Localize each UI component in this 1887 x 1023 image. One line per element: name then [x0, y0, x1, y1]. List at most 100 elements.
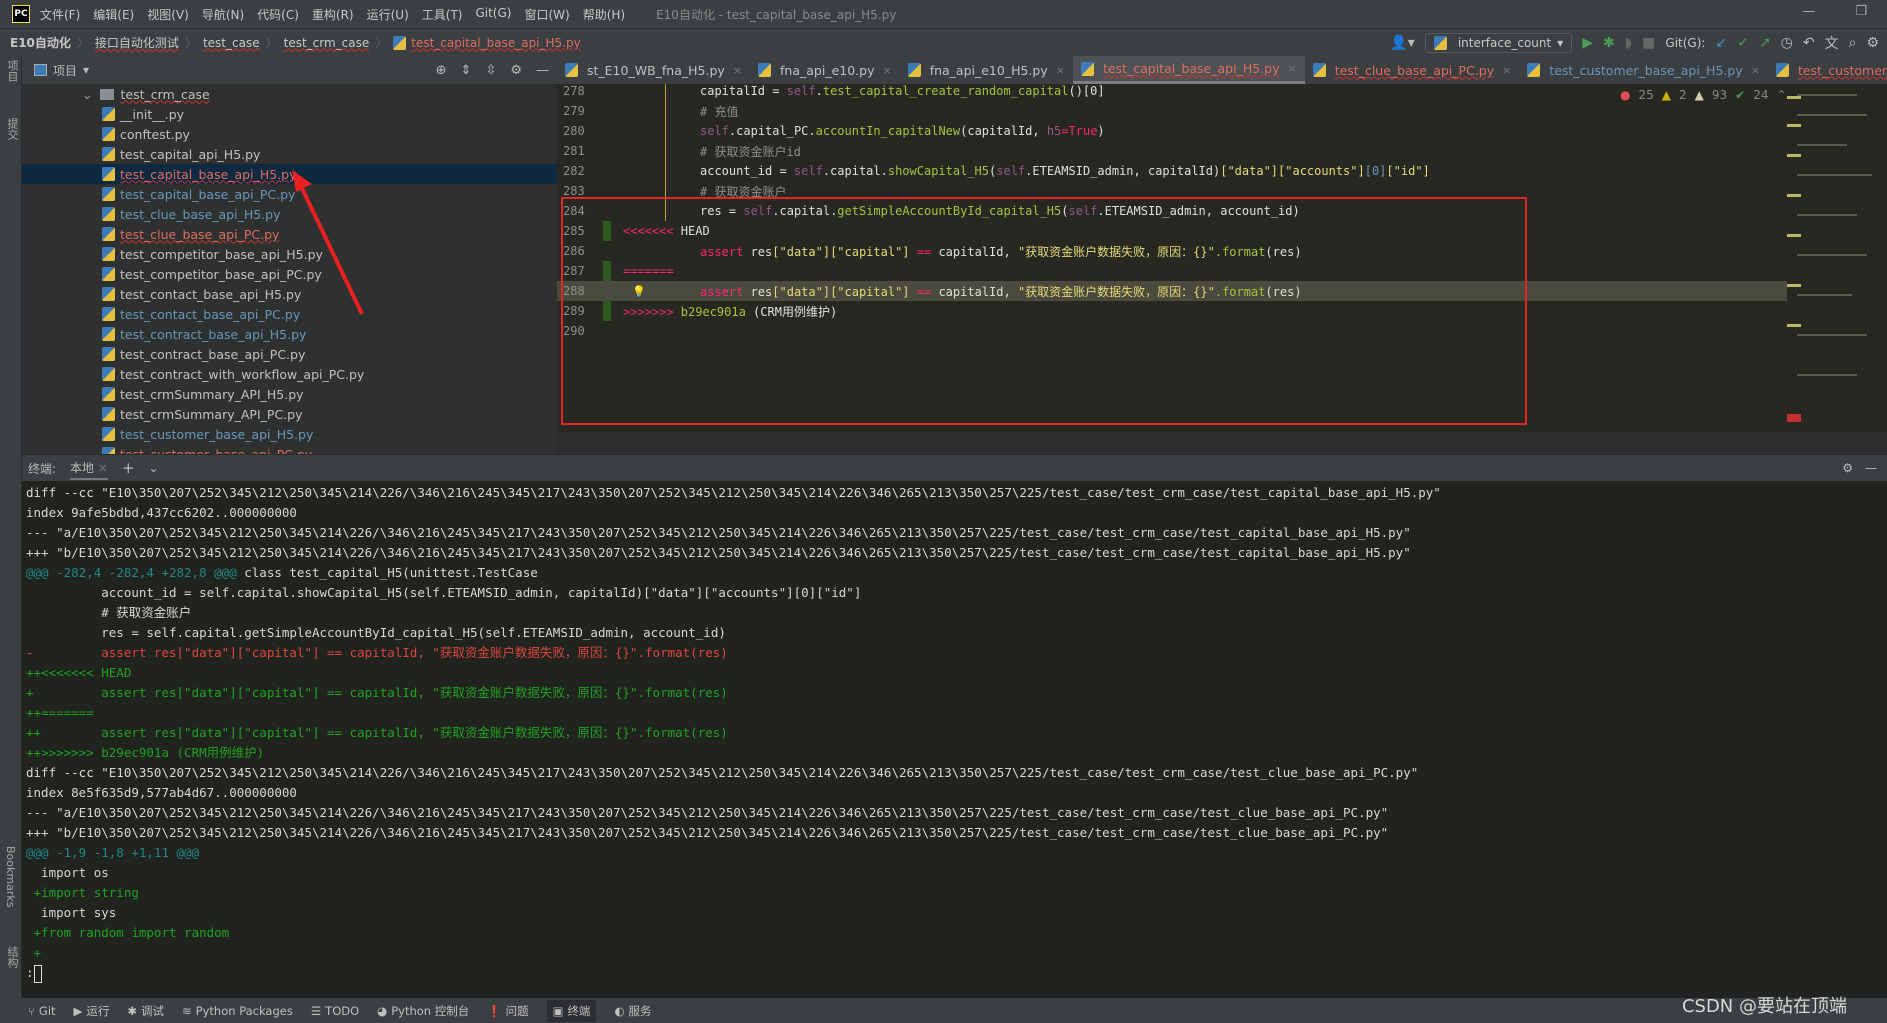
tool-window-button[interactable]: ◕ Python 控制台 [377, 1003, 469, 1019]
editor-tab[interactable]: fna_api_e10_H5.py × [900, 56, 1073, 84]
close-icon[interactable]: × [1056, 64, 1065, 77]
terminal-output[interactable]: diff --cc "E10\350\207\252\345\212\250\3… [22, 481, 1887, 998]
prev-highlight-icon[interactable]: ⌃ [1777, 88, 1787, 102]
tool-label: TODO [325, 1003, 360, 1018]
terminal-text: --- "a/E10\350\207\252\345\212\250\345\2… [26, 525, 1411, 540]
editor-tab[interactable]: test_clue_base_api_PC.py × [1305, 56, 1520, 84]
project-tool-button[interactable]: 项目 [4, 60, 20, 82]
menu-item[interactable]: Git(G) [475, 6, 511, 23]
inspection-widget[interactable]: ●25 ▲2 ▲93 ✔24 ⌃⌄ [1620, 88, 1805, 102]
menu-item[interactable]: 文件(F) [40, 6, 80, 23]
line-number: 278 [563, 84, 585, 98]
rollback-icon[interactable]: ↶ [1803, 35, 1815, 51]
tool-window-button[interactable]: ✱ 调试 [127, 1003, 164, 1019]
menu-item[interactable]: 代码(C) [257, 6, 299, 23]
git-update-icon[interactable]: ↙ [1715, 35, 1727, 51]
history-icon[interactable]: ◷ [1781, 35, 1793, 51]
menu-item[interactable]: 运行(U) [367, 6, 409, 23]
menu-item[interactable]: 帮助(H) [583, 6, 625, 23]
tree-file[interactable]: conftest.py [22, 124, 557, 144]
breadcrumb-item[interactable]: test_capital_base_api_H5.py [411, 36, 580, 50]
run-config-label: interface_count [1457, 36, 1552, 50]
tool-window-button[interactable]: ☰ TODO [311, 1004, 359, 1018]
menu-item[interactable]: 导航(N) [202, 6, 244, 23]
python-file-icon [102, 287, 115, 301]
minimize-button[interactable]: — [1802, 4, 1815, 19]
tree-file[interactable]: test_capital_api_H5.py [22, 144, 557, 164]
close-icon[interactable]: × [733, 64, 742, 77]
new-terminal-icon[interactable]: + [122, 459, 135, 477]
git-commit-icon[interactable]: ✓ [1737, 35, 1749, 51]
editor-tab[interactable]: test_customer_base_api_H5.py × [1519, 56, 1768, 84]
tool-icon: ✱ [127, 1003, 138, 1018]
code-text: capitalId = self.test_capital_create_ran… [700, 84, 1105, 98]
project-panel-title[interactable]: 项目 [53, 62, 77, 79]
tool-label: 服务 [628, 1003, 652, 1018]
tree-folder[interactable]: ⌄ test_crm_case [22, 84, 557, 104]
breadcrumb-item[interactable]: 接口自动化测试 [95, 34, 179, 51]
hide-icon[interactable]: — [536, 63, 549, 78]
tree-file[interactable]: test_customer_base_api_PC.py [22, 444, 557, 454]
code-line: 279 # 充值 [557, 101, 1787, 121]
gear-icon[interactable]: ⚙ [1866, 35, 1879, 51]
minimap[interactable] [1787, 84, 1887, 432]
close-icon[interactable]: × [98, 461, 108, 475]
run-icon[interactable]: ▶ [1582, 35, 1593, 51]
tool-window-button[interactable]: ≋ Python Packages [182, 1004, 293, 1018]
terminal-line: ++>>>>>>> b29ec901a (CRM用例维护) [26, 743, 264, 763]
tree-file[interactable]: test_crmSummary_API_PC.py [22, 404, 557, 424]
tool-window-button[interactable]: ▣ 终端 [546, 999, 597, 1022]
structure-tool-button[interactable]: 结构 [4, 946, 20, 968]
tool-window-button[interactable]: ◐ 服务 [614, 1003, 651, 1019]
debug-icon[interactable]: ✱ [1603, 35, 1615, 51]
tree-file[interactable]: test_contract_base_api_H5.py [22, 324, 557, 344]
close-icon[interactable]: × [1287, 62, 1296, 75]
maximize-button[interactable]: ❐ [1855, 4, 1867, 19]
tool-window-button[interactable]: ⑂ Git [28, 1004, 56, 1018]
tree-file[interactable]: test_crmSummary_API_H5.py [22, 384, 557, 404]
search-icon[interactable]: ⌕ [1849, 35, 1857, 51]
gear-icon[interactable]: ⚙ [1842, 461, 1853, 475]
close-icon[interactable]: × [882, 64, 891, 77]
bookmarks-tool-button[interactable]: Bookmarks [4, 846, 17, 907]
tab-label: st_E10_WB_fna_H5.py [587, 62, 725, 78]
tree-file[interactable]: test_customer_base_api_H5.py [22, 424, 557, 444]
terminal-tab-local[interactable]: 本地 × [70, 457, 108, 480]
code-token: .capital. [822, 164, 888, 178]
hide-icon[interactable]: — [1865, 461, 1877, 475]
editor-tab[interactable]: test_capital_base_api_H5.py × [1072, 56, 1305, 84]
gear-icon[interactable]: ⚙ [510, 63, 522, 78]
locate-icon[interactable]: ⊕ [436, 63, 447, 78]
menu-item[interactable]: 窗口(W) [524, 6, 569, 23]
expand-all-icon[interactable]: ⇕ [461, 63, 472, 78]
stop-icon[interactable]: ■ [1642, 35, 1655, 51]
breadcrumb-item[interactable]: test_case [203, 36, 260, 50]
run-config-select[interactable]: interface_count ▾ [1424, 33, 1573, 53]
breadcrumb-item[interactable]: test_crm_case [284, 36, 370, 50]
menu-item[interactable]: 编辑(E) [93, 6, 134, 23]
tree-file[interactable]: test_contract_with_workflow_api_PC.py [22, 364, 557, 384]
terminal-line: +import string [26, 883, 139, 903]
editor-tab[interactable]: fna_api_e10.py × [750, 56, 900, 84]
editor-tab[interactable]: st_E10_WB_fna_H5.py × [557, 56, 750, 84]
translate-icon[interactable]: 文 [1825, 33, 1839, 53]
breadcrumb-item[interactable]: E10自动化 [10, 34, 71, 51]
close-icon[interactable]: × [1502, 64, 1511, 77]
coverage-icon[interactable]: ◗ [1625, 35, 1632, 51]
tool-window-button[interactable]: ▶ 运行 [74, 1003, 110, 1019]
commit-tool-button[interactable]: 提交 [4, 118, 20, 140]
editor-tab[interactable]: test_customer_base_api_PC.py× [1768, 56, 1887, 84]
terminal-header: 终端: 本地 × + ⌄ ⚙ — [22, 455, 1887, 481]
git-push-icon[interactable]: ↗ [1759, 35, 1771, 51]
menu-item[interactable]: 视图(V) [147, 6, 189, 23]
tool-window-button[interactable]: ❗ 问题 [487, 1003, 528, 1019]
user-icon[interactable]: 👤▾ [1390, 35, 1414, 51]
tree-file[interactable]: test_contract_base_api_PC.py [22, 344, 557, 364]
menu-item[interactable]: 工具(T) [422, 6, 463, 23]
terminal-text: +++ "b/E10\350\207\252\345\212\250\345\2… [26, 825, 1389, 840]
chevron-down-icon[interactable]: ⌄ [149, 461, 159, 475]
collapse-all-icon[interactable]: ⇳ [485, 63, 496, 78]
close-icon[interactable]: × [1751, 64, 1760, 77]
menu-item[interactable]: 重构(R) [312, 6, 354, 23]
tree-file[interactable]: __init__.py [22, 104, 557, 124]
